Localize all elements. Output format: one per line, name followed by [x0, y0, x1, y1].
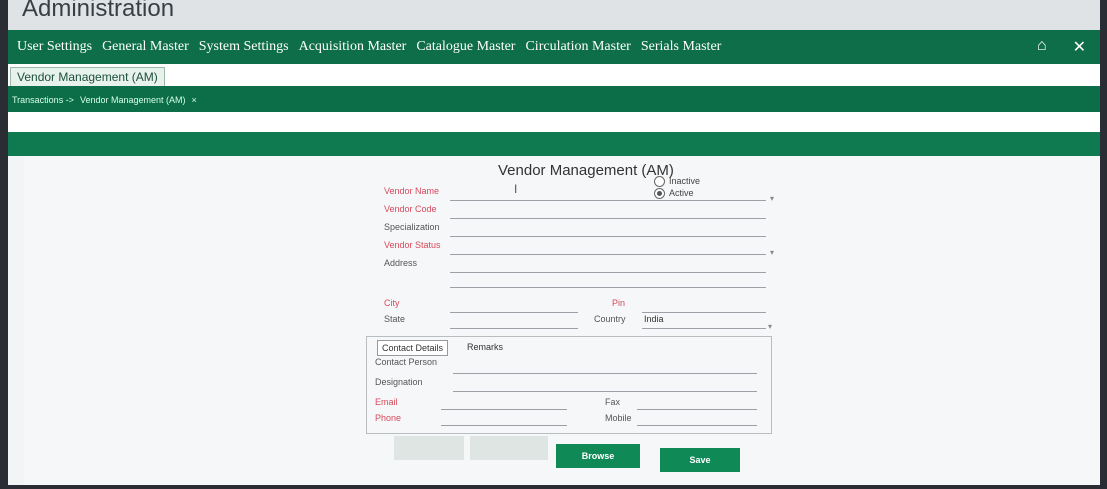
pin-label: Pin [612, 298, 626, 308]
nav-user-settings[interactable]: User Settings [12, 39, 97, 55]
nav-serials-master[interactable]: Serials Master [636, 39, 726, 55]
application-window: Administration User Settings General Mas… [8, 0, 1100, 485]
mobile-label: Mobile [605, 413, 632, 423]
vendor-name-input[interactable] [450, 200, 766, 201]
active-label: Active [669, 188, 694, 198]
email-label: Email [375, 397, 398, 407]
close-icon[interactable]: ✕ [1073, 37, 1086, 57]
city-input[interactable] [450, 312, 578, 313]
disabled-action-button-2[interactable] [470, 436, 548, 460]
breadcrumb-current[interactable]: Vendor Management (AM) [80, 95, 186, 105]
contact-person-input[interactable] [453, 373, 757, 374]
sub-navigation: Vendor Management (AM) [8, 64, 1100, 88]
disabled-action-button-1[interactable] [394, 436, 464, 460]
nav-general-master[interactable]: General Master [97, 39, 194, 55]
phone-input[interactable] [441, 425, 567, 426]
tab-contact-details[interactable]: Contact Details [377, 340, 449, 356]
nav-actions: ⌂ ✕ [1037, 37, 1086, 57]
fax-input[interactable] [637, 409, 757, 410]
top-navigation: User Settings General Master System Sett… [8, 30, 1100, 64]
breadcrumb: Transactions -> Vendor Management (AM) × [8, 88, 1100, 112]
designation-label: Designation [375, 377, 423, 387]
app-title: Administration [22, 0, 175, 22]
vendor-status-dropdown-icon[interactable]: ▾ [770, 248, 774, 257]
tab-vendor-management[interactable]: Vendor Management (AM) [10, 67, 165, 86]
home-icon[interactable]: ⌂ [1037, 37, 1047, 57]
country-select[interactable] [642, 328, 766, 329]
browse-button[interactable]: Browse [556, 444, 640, 468]
fax-label: Fax [605, 397, 621, 407]
inactive-radio[interactable] [654, 175, 665, 187]
mobile-input[interactable] [637, 425, 757, 426]
email-input[interactable] [441, 409, 567, 410]
breadcrumb-close[interactable]: × [192, 95, 197, 105]
text-cursor-icon: I [514, 182, 518, 196]
breadcrumb-root[interactable]: Transactions -> [12, 95, 74, 105]
vendor-name-label: Vendor Name [384, 186, 440, 196]
form-header-bar [8, 132, 1100, 156]
state-label: State [384, 314, 406, 324]
vendor-status-select[interactable] [450, 254, 766, 255]
vendor-status-label: Vendor Status [384, 240, 441, 250]
nav-acquisition-master[interactable]: Acquisition Master [294, 39, 412, 55]
nav-catalogue-master[interactable]: Catalogue Master [411, 39, 520, 55]
country-select-value[interactable]: India [644, 314, 664, 324]
save-button[interactable]: Save [660, 448, 740, 472]
specialization-label: Specialization [384, 222, 440, 232]
designation-input[interactable] [453, 391, 757, 392]
active-radio[interactable] [654, 187, 665, 199]
state-input[interactable] [450, 328, 578, 329]
inactive-label: Inactive [669, 176, 701, 186]
page-title: Vendor Management (AM) [498, 162, 674, 179]
specialization-input[interactable] [450, 236, 766, 237]
pin-input[interactable] [642, 312, 766, 313]
address-line-1[interactable] [450, 272, 766, 273]
app-title-bar: Administration [8, 0, 1100, 30]
status-radio-group: Inactive Active [654, 175, 700, 199]
contact-details-panel: Contact Details Remarks Contact Person D… [366, 336, 772, 434]
contact-person-label: Contact Person [375, 357, 438, 367]
country-label: Country [594, 314, 626, 324]
address-line-2[interactable] [450, 287, 766, 288]
vendor-form: Vendor Management (AM) Inactive Active I… [24, 156, 1100, 485]
nav-system-settings[interactable]: System Settings [194, 39, 294, 55]
country-dropdown-icon[interactable]: ▾ [768, 322, 772, 331]
address-label: Address [384, 258, 418, 268]
vendor-code-label: Vendor Code [384, 204, 437, 214]
nav-circulation-master[interactable]: Circulation Master [520, 39, 635, 55]
tab-remarks[interactable]: Remarks [463, 340, 507, 354]
city-label: City [384, 298, 400, 308]
vendor-code-input[interactable] [450, 218, 766, 219]
vendor-name-dropdown-icon[interactable]: ▾ [770, 194, 774, 203]
phone-label: Phone [375, 413, 402, 423]
